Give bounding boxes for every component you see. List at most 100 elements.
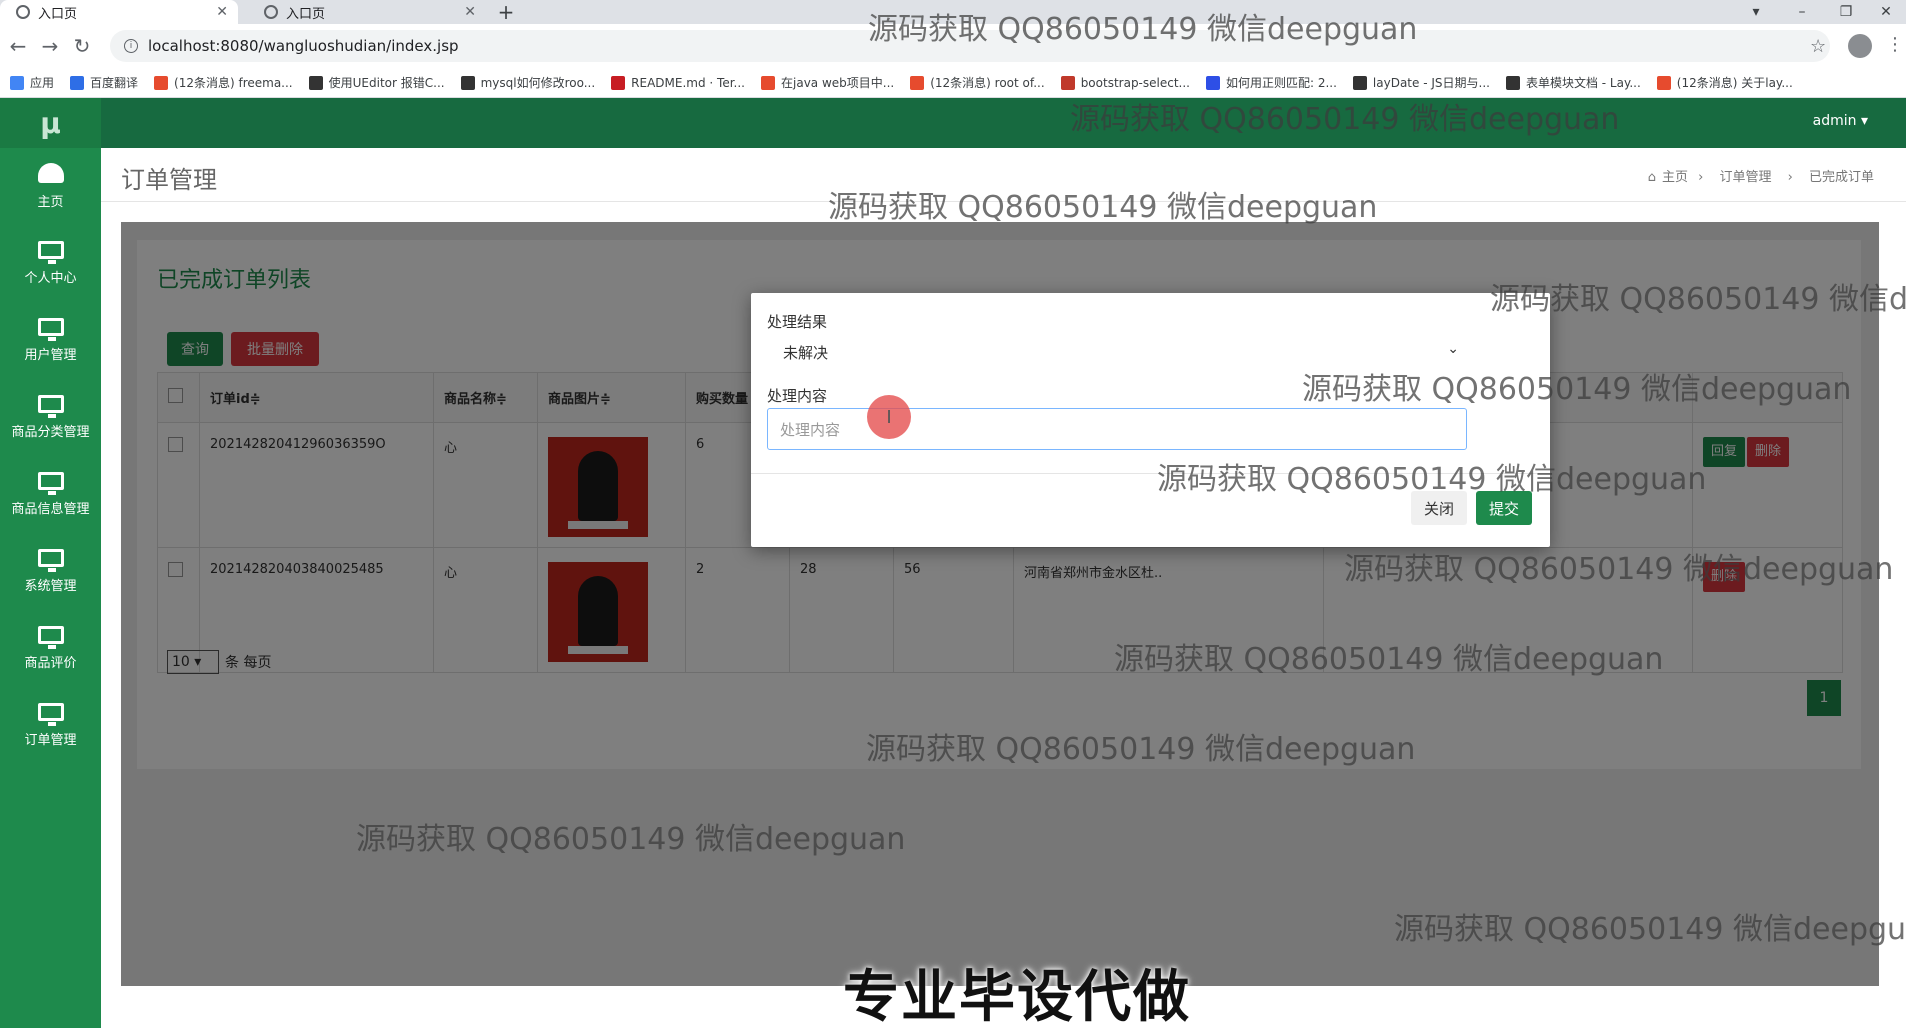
sidebar-item[interactable]: 系统管理	[0, 533, 101, 610]
bookmark-item[interactable]: 如何用正则匹配: 2...	[1205, 74, 1337, 91]
bookmark-label: (12条消息) freema...	[174, 76, 293, 90]
more-icon[interactable]: ⋮	[1886, 34, 1904, 55]
forward-icon[interactable]: →	[38, 34, 62, 58]
watermark-text: 源码获取 QQ86050149 微信deepguan	[1114, 642, 1664, 677]
text-cursor-icon: I	[867, 395, 911, 439]
close-icon[interactable]: ✕	[216, 4, 228, 20]
monitor-icon	[37, 395, 64, 418]
bookmark-label: 百度翻译	[90, 76, 139, 90]
globe-icon	[16, 5, 30, 19]
home-icon: ⌂	[1647, 170, 1656, 185]
sidebar-item[interactable]: 商品分类管理	[0, 379, 101, 456]
bookmark-item[interactable]: layDate - JS日期与...	[1352, 74, 1490, 91]
sidebar-item-label: 商品评价	[24, 656, 77, 671]
bookmark-favicon-icon	[10, 75, 24, 90]
browser-tab-active[interactable]: 入口页 ✕	[0, 0, 238, 24]
sidebar-item[interactable]: 个人中心	[0, 225, 101, 302]
sidebar-item[interactable]: 主页	[0, 148, 101, 225]
bookmark-label: README.md · Ter...	[631, 75, 745, 90]
monitor-icon	[37, 472, 64, 495]
reload-icon[interactable]: ↻	[70, 34, 94, 58]
bookmark-label: 使用UEditor 报错C...	[328, 76, 445, 90]
bookmark-favicon-icon	[308, 75, 323, 90]
bookmark-item[interactable]: 百度翻译	[70, 74, 138, 91]
bookmark-label: (12条消息) root of...	[930, 76, 1045, 90]
chevron-right-icon: ›	[1787, 170, 1793, 185]
watermark-text: 源码获取 QQ86050149 微信deepguan	[1070, 102, 1620, 137]
minimize-icon[interactable]: –	[1782, 0, 1822, 24]
breadcrumb: ⌂ 主页 › 订单管理 › 已完成订单	[1642, 166, 1880, 185]
bookmark-item[interactable]: (12条消息) freema...	[154, 74, 293, 91]
bookmark-item[interactable]: 应用	[10, 74, 54, 91]
monitor-icon	[37, 318, 64, 341]
browser-tab[interactable]: 入口页 ✕	[248, 0, 486, 24]
profile-menu-icon[interactable]: ▾	[1736, 0, 1776, 24]
dashboard-icon	[37, 163, 64, 183]
watermark-text: 源码获取 QQ86050149 微信deepguan	[1344, 552, 1894, 587]
bookmark-favicon-icon	[1505, 75, 1520, 90]
bookmark-item[interactable]: 在java web项目中...	[761, 74, 894, 91]
bookmark-label: 表单模块文档 - Lay...	[1525, 76, 1641, 90]
content-label: 处理内容	[767, 387, 828, 405]
bookmark-item[interactable]: 使用UEditor 报错C...	[308, 74, 445, 91]
sidebar: μ 主页个人中心用户管理 商品分类管理 商品信息管理系统管理商品评价订单管理	[0, 98, 101, 1028]
watermark-text: 源码获取 QQ86050149 微信deepguan	[356, 822, 906, 857]
bookmark-favicon-icon	[1205, 75, 1220, 90]
sidebar-item[interactable]: 商品评价	[0, 610, 101, 687]
bookmark-favicon-icon	[1352, 75, 1367, 90]
logo[interactable]: μ	[0, 98, 101, 148]
breadcrumb-home[interactable]: 主页	[1662, 170, 1688, 185]
sidebar-item-label: 订单管理	[24, 733, 77, 748]
bookmark-star-icon[interactable]: ☆	[1810, 36, 1826, 57]
watermark-text: 源码获取 QQ86050149 微信deepguan	[1490, 282, 1906, 317]
bookmark-favicon-icon	[460, 75, 475, 90]
bookmark-favicon-icon	[1656, 75, 1671, 90]
bookmarks-bar: 应用 百度翻译 (12条消息) freema... 使用UEditor 报错C... m…	[0, 68, 1906, 98]
chevron-right-icon: ›	[1698, 170, 1704, 185]
bookmark-favicon-icon	[910, 75, 925, 90]
monitor-icon	[37, 703, 64, 726]
sidebar-item-label: 系统管理	[24, 579, 77, 594]
bookmark-label: 应用	[30, 76, 55, 90]
sidebar-item[interactable]: 用户管理	[0, 302, 101, 379]
bookmark-item[interactable]: bootstrap-select...	[1060, 75, 1190, 90]
new-tab-icon[interactable]: +	[494, 0, 518, 24]
profile-icon[interactable]	[1848, 34, 1872, 58]
info-icon[interactable]: i	[124, 39, 138, 53]
sidebar-item[interactable]: 订单管理	[0, 687, 101, 764]
watermark-text: 源码获取 QQ86050149 微信deepguan	[828, 190, 1378, 225]
bookmark-label: 在java web项目中...	[781, 76, 895, 90]
globe-icon	[264, 5, 278, 19]
bookmark-item[interactable]: (12条消息) 关于lay...	[1656, 74, 1793, 91]
monitor-icon	[37, 549, 64, 572]
window-close-icon[interactable]: ✕	[1866, 0, 1906, 24]
admin-menu[interactable]: admin ▾	[1813, 113, 1868, 129]
monitor-icon	[37, 241, 64, 264]
bookmark-label: bootstrap-select...	[1080, 75, 1190, 90]
bookmark-label: layDate - JS日期与...	[1372, 76, 1490, 90]
breadcrumb-orders[interactable]: 订单管理	[1719, 170, 1771, 185]
tab-title: 入口页	[286, 6, 326, 22]
bookmark-item[interactable]: 表单模块文档 - Lay...	[1505, 74, 1641, 91]
close-icon[interactable]: ✕	[464, 4, 476, 20]
result-value: 未解决	[783, 343, 829, 362]
back-icon[interactable]: ←	[6, 34, 30, 58]
bookmark-favicon-icon	[761, 75, 775, 90]
sidebar-item[interactable]: 商品信息管理	[0, 456, 101, 533]
topbar: admin ▾	[101, 98, 1906, 148]
sidebar-item-label: 主页	[37, 195, 64, 210]
bookmark-label: (12条消息) 关于lay...	[1676, 76, 1793, 90]
bookmark-item[interactable]: mysql如何修改roo...	[460, 74, 595, 91]
watermark-text: 源码获取 QQ86050149 微信deepguan	[1302, 372, 1852, 407]
bookmark-item[interactable]: README.md · Ter...	[611, 75, 745, 90]
bookmark-item[interactable]: (12条消息) root of...	[910, 74, 1045, 91]
bookmark-label: 如何用正则匹配: 2...	[1225, 76, 1337, 90]
bookmark-favicon-icon	[154, 75, 169, 90]
url-text: localhost:8080/wangluoshudian/index.jsp	[148, 37, 459, 55]
watermark-text: 源码获取 QQ86050149 微信deepguan	[866, 732, 1416, 767]
tab-title: 入口页	[38, 6, 78, 22]
sidebar-item-label: 个人中心	[24, 271, 77, 286]
monitor-icon	[37, 626, 64, 649]
watermark-text: 源码获取 QQ86050149 微信deepguan	[1394, 912, 1906, 947]
restore-icon[interactable]: ❐	[1826, 0, 1866, 24]
